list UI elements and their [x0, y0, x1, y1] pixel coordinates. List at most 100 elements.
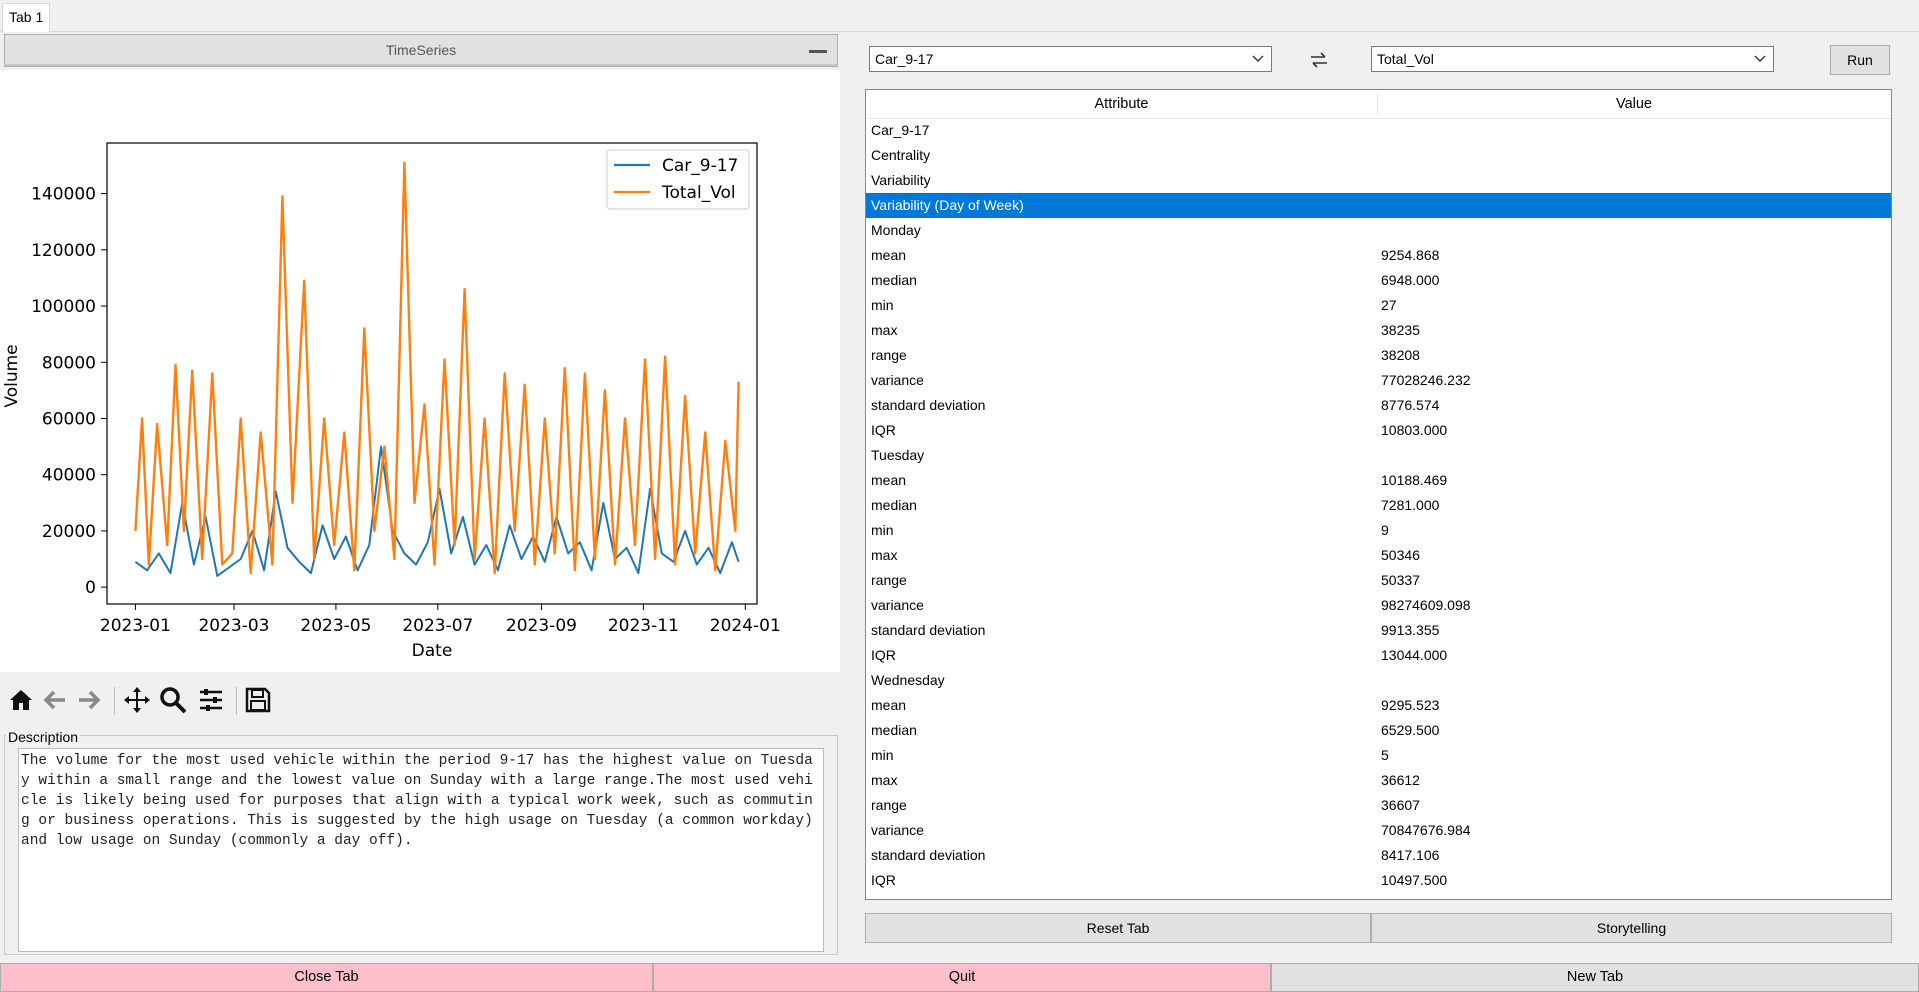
x-tick-label: 2023-05 [300, 616, 371, 636]
plot-canvas: 0 20000 40000 60000 80000 100000 120000 140000 … [0, 70, 840, 672]
attribute-cell: median [871, 722, 917, 738]
legend-car-label: Car_9-17 [662, 156, 738, 176]
description-label: Description [6, 729, 81, 745]
table-row[interactable]: Car_9-17 [866, 118, 1891, 143]
save-icon[interactable] [243, 685, 273, 715]
combo-left-value: Car_9-17 [875, 51, 934, 67]
attribute-combo-right[interactable]: Total_Vol [1371, 46, 1774, 72]
table-row[interactable]: Monday [866, 218, 1891, 243]
table-row[interactable]: variance 70847676.984 [866, 818, 1891, 843]
value-cell: 8417.106 [1381, 847, 1440, 863]
description-textarea[interactable]: The volume for the most used vehicle wit… [18, 748, 824, 952]
attribute-cell: standard deviation [871, 622, 986, 638]
table-row[interactable]: range 50337 [866, 568, 1891, 593]
timeseries-header-button[interactable]: TimeSeries [4, 34, 838, 67]
new-tab-button[interactable]: New Tab [1271, 963, 1919, 992]
value-cell: 9 [1381, 522, 1389, 538]
column-header-attribute[interactable]: Attribute [866, 90, 1377, 118]
attribute-cell: IQR [871, 872, 896, 888]
attribute-combo-left[interactable]: Car_9-17 [869, 46, 1272, 72]
back-arrow-icon[interactable] [40, 685, 70, 715]
table-row[interactable]: mean 10188.469 [866, 468, 1891, 493]
x-tick-label: 2023-01 [100, 616, 171, 636]
table-row[interactable]: max 50346 [866, 543, 1891, 568]
home-icon[interactable] [6, 685, 36, 715]
table-row[interactable]: min 9 [866, 518, 1891, 543]
attribute-cell: min [871, 297, 894, 313]
swap-icon[interactable] [1308, 50, 1330, 70]
table-row[interactable]: max 36612 [866, 768, 1891, 793]
table-row[interactable]: IQR 13044.000 [866, 643, 1891, 668]
reset-tab-button[interactable]: Reset Tab [865, 913, 1371, 943]
attribute-cell: Wednesday [871, 672, 945, 688]
value-cell: 36607 [1381, 797, 1420, 813]
attribute-cell: min [871, 522, 894, 538]
attribute-cell: max [871, 547, 898, 563]
attribute-cell: min [871, 747, 894, 763]
table-row[interactable]: variance 98274609.098 [866, 593, 1891, 618]
pan-icon[interactable] [122, 685, 152, 715]
table-row[interactable]: mean 9254.868 [866, 243, 1891, 268]
value-cell: 5 [1381, 747, 1389, 763]
attribute-cell: range [871, 347, 907, 363]
toolbar-separator [114, 687, 115, 715]
attribute-cell: mean [871, 247, 907, 263]
table-row[interactable]: Tuesday [866, 443, 1891, 468]
x-axis-label: Date [412, 641, 453, 661]
attribute-cell: IQR [871, 422, 896, 438]
table-row[interactable]: median 6529.500 [866, 718, 1891, 743]
table-row[interactable]: min 5 [866, 743, 1891, 768]
value-cell: 9295.523 [1381, 697, 1440, 713]
close-tab-button[interactable]: Close Tab [0, 963, 653, 992]
value-cell: 27 [1381, 297, 1397, 313]
table-row[interactable]: mean 9295.523 [866, 693, 1891, 718]
tab-strip [0, 0, 1919, 32]
attribute-cell: mean [871, 472, 907, 488]
combo-right-value: Total_Vol [1377, 51, 1434, 67]
table-row[interactable]: standard deviation 8776.574 [866, 393, 1891, 418]
attribute-cell: median [871, 272, 917, 288]
table-row[interactable]: Centrality [866, 143, 1891, 168]
table-row[interactable]: IQR 10497.500 [866, 868, 1891, 893]
table-row[interactable]: Wednesday [866, 668, 1891, 693]
configure-subplots-icon[interactable] [196, 685, 226, 715]
value-cell: 9913.355 [1381, 622, 1440, 638]
value-cell: 10803.000 [1381, 422, 1448, 438]
zoom-icon[interactable] [158, 685, 188, 715]
value-cell: 77028246.232 [1381, 372, 1471, 388]
x-tick-label: 2023-03 [198, 616, 269, 636]
plot-toolbar [0, 675, 840, 725]
timeseries-chart: 020000400006000080000100000120000140000 … [2, 142, 781, 661]
table-row[interactable]: variance 77028246.232 [866, 368, 1891, 393]
y-tick-label: 40000 [42, 466, 96, 486]
table-row[interactable]: Variability (Day of Week) [866, 193, 1891, 218]
value-cell: 38208 [1381, 347, 1420, 363]
table-row[interactable]: standard deviation 8417.106 [866, 843, 1891, 868]
quit-button[interactable]: Quit [653, 963, 1271, 992]
value-cell: 8776.574 [1381, 397, 1440, 413]
table-row[interactable]: median 6948.000 [866, 268, 1891, 293]
attribute-cell: Car_9-17 [871, 122, 930, 138]
timeseries-label: TimeSeries [385, 42, 457, 58]
y-tick-label: 120000 [31, 241, 96, 261]
run-button[interactable]: Run [1830, 45, 1890, 75]
value-cell: 50346 [1381, 547, 1420, 563]
table-row[interactable]: median 7281.000 [866, 493, 1891, 518]
value-cell: 13044.000 [1381, 647, 1448, 663]
table-row[interactable]: range 36607 [866, 793, 1891, 818]
table-row[interactable]: range 38208 [866, 343, 1891, 368]
tab-1[interactable]: Tab 1 [2, 3, 51, 32]
table-row[interactable]: max 38235 [866, 318, 1891, 343]
toolbar-separator [236, 687, 237, 715]
column-header-value[interactable]: Value [1378, 90, 1890, 118]
value-cell: 7281.000 [1381, 497, 1440, 513]
y-axis-label: Volume [2, 344, 22, 407]
storytelling-button[interactable]: Storytelling [1371, 913, 1892, 943]
table-row[interactable]: standard deviation 9913.355 [866, 618, 1891, 643]
table-row[interactable]: min 27 [866, 293, 1891, 318]
series-total-line [134, 161, 740, 575]
table-row[interactable]: IQR 10803.000 [866, 418, 1891, 443]
chevron-down-icon [1754, 55, 1766, 62]
forward-arrow-icon[interactable] [74, 685, 104, 715]
table-row[interactable]: Variability [866, 168, 1891, 193]
